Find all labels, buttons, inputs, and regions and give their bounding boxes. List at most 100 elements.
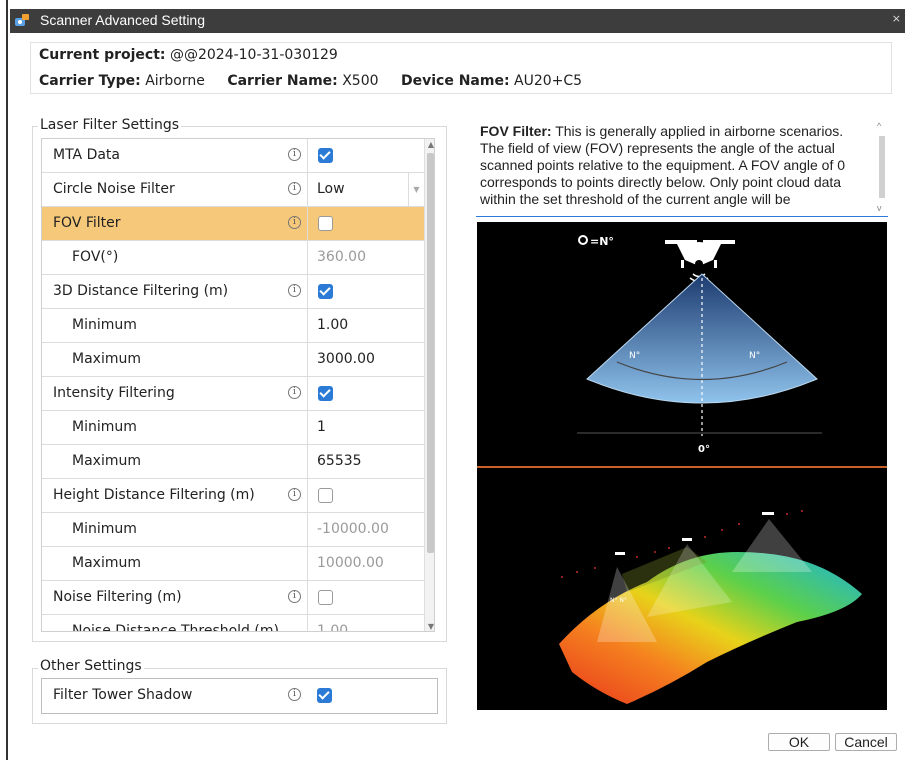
info-icon[interactable]: i	[288, 488, 301, 501]
value-input[interactable]: 1	[317, 419, 326, 435]
row-label: MTA Data	[53, 147, 120, 163]
info-icon[interactable]: i	[288, 386, 301, 399]
row-label: Noise Distance Threshold (m)	[72, 623, 279, 632]
row-checkbox[interactable]	[318, 590, 333, 605]
carrier-name-label: Carrier Name:	[227, 73, 338, 89]
row-checkbox[interactable]	[318, 148, 333, 163]
row-checkbox[interactable]	[318, 284, 333, 299]
description-scrollbar[interactable]: ^ v	[876, 118, 888, 216]
value-cell[interactable]: 65535	[307, 445, 424, 479]
close-icon[interactable]: ×	[892, 12, 901, 25]
description-title: FOV Filter:	[480, 123, 552, 139]
description-scroll-thumb[interactable]	[879, 136, 885, 198]
value-cell[interactable]	[307, 275, 424, 309]
value-cell[interactable]: 3000.00	[307, 343, 424, 377]
scroll-down-icon[interactable]: ▼	[425, 621, 434, 631]
info-icon[interactable]: i	[288, 216, 301, 229]
table-row[interactable]: Maximum 10000.00	[42, 547, 424, 581]
row-label: FOV(°)	[72, 249, 119, 265]
device-name-value: AU20+C5	[514, 73, 583, 89]
value-cell[interactable]	[307, 377, 424, 411]
table-row[interactable]: MTA Data i	[42, 139, 424, 173]
info-icon[interactable]: i	[288, 284, 301, 297]
laser-filter-table: MTA Data i Circle Noise Filter i Low ▼ FOV Fil…	[41, 138, 435, 632]
small-angle-labels: N° N°	[610, 597, 627, 604]
app-icon	[15, 14, 29, 26]
info-icon[interactable]: i	[288, 148, 301, 161]
row-label: Minimum	[72, 521, 137, 537]
table-row[interactable]: Minimum 1	[42, 411, 424, 445]
filter-tower-shadow-label: Filter Tower Shadow	[53, 687, 193, 703]
row-checkbox[interactable]	[318, 488, 333, 503]
right-angle-label: N°	[749, 351, 760, 361]
description-text-block: FOV Filter: This is generally applied in…	[480, 123, 870, 208]
scroll-up-icon[interactable]: ^	[877, 118, 881, 135]
value-cell[interactable]: -10000.00	[307, 513, 424, 547]
value-input[interactable]: 10000.00	[317, 555, 384, 571]
value-cell[interactable]: 1	[307, 411, 424, 445]
row-label: Height Distance Filtering (m)	[53, 487, 255, 503]
table-row[interactable]: FOV Filter i	[42, 207, 424, 241]
scroll-up-icon[interactable]: ▲	[425, 139, 434, 151]
chevron-down-icon[interactable]: ▼	[408, 173, 424, 207]
current-project-line: Current project: @@2024-10-31-030129	[39, 47, 338, 63]
info-icon[interactable]: i	[288, 182, 301, 195]
row-label: Circle Noise Filter	[53, 181, 175, 197]
other-settings-group-title: Other Settings	[38, 658, 144, 674]
info-icon[interactable]: i	[288, 590, 301, 603]
table-row[interactable]: Maximum 3000.00	[42, 343, 424, 377]
table-row[interactable]: Maximum 65535	[42, 445, 424, 479]
value-input[interactable]: 360.00	[317, 249, 366, 265]
left-angle-label: N°	[629, 351, 640, 361]
value-cell[interactable]: 1.00	[307, 615, 424, 631]
cancel-button[interactable]: Cancel	[835, 733, 897, 751]
value-cell[interactable]: 10000.00	[307, 547, 424, 581]
dropdown-value[interactable]: Low	[317, 181, 345, 197]
value-cell[interactable]: 360.00	[307, 241, 424, 275]
table-row[interactable]: Height Distance Filtering (m) i	[42, 479, 424, 513]
row-label: FOV Filter	[53, 215, 121, 231]
row-label: 3D Distance Filtering (m)	[53, 283, 229, 299]
value-input[interactable]: 3000.00	[317, 351, 375, 367]
value-cell[interactable]	[307, 479, 424, 513]
value-input[interactable]: 1.00	[317, 623, 348, 631]
description-panel: FOV Filter: This is generally applied in…	[476, 118, 888, 217]
table-scrollbar[interactable]: ▲ ▼	[424, 139, 434, 631]
value-input[interactable]: 65535	[317, 453, 362, 469]
table-row[interactable]: Noise Distance Threshold (m) 1.00	[42, 615, 424, 632]
table-row[interactable]: 3D Distance Filtering (m) i	[42, 275, 424, 309]
table-row[interactable]: Intensity Filtering i	[42, 377, 424, 411]
fov-illustration: =N° N° N° 0° N° N°	[477, 222, 887, 710]
scroll-down-icon[interactable]: v	[877, 200, 882, 216]
zero-angle-label: 0°	[698, 444, 710, 455]
row-label: Noise Filtering (m)	[53, 589, 182, 605]
row-checkbox[interactable]	[318, 216, 333, 231]
ok-button[interactable]: OK	[768, 733, 830, 751]
value-cell[interactable]	[307, 581, 424, 615]
value-cell[interactable]	[307, 207, 424, 241]
table-row[interactable]: Circle Noise Filter i Low ▼	[42, 173, 424, 207]
info-icon[interactable]: i	[288, 688, 301, 701]
row-checkbox[interactable]	[318, 386, 333, 401]
carrier-type-value: Airborne	[145, 73, 205, 89]
legend-gear-icon	[578, 235, 588, 245]
value-cell[interactable]: Low ▼	[307, 173, 424, 207]
table-row[interactable]: FOV(°) 360.00	[42, 241, 424, 275]
table-row[interactable]: Minimum 1.00	[42, 309, 424, 343]
row-label: Minimum	[72, 419, 137, 435]
title-bar[interactable]: Scanner Advanced Setting ×	[10, 9, 905, 33]
value-input[interactable]: -10000.00	[317, 521, 389, 537]
value-cell[interactable]: 1.00	[307, 309, 424, 343]
scanner-advanced-setting-dialog: Scanner Advanced Setting × Current proje…	[0, 0, 905, 760]
value-cell[interactable]	[307, 139, 424, 173]
value-input[interactable]: 1.00	[317, 317, 348, 333]
row-label: Maximum	[72, 351, 141, 367]
table-row[interactable]: Minimum -10000.00	[42, 513, 424, 547]
row-label: Maximum	[72, 453, 141, 469]
window-title: Scanner Advanced Setting	[40, 12, 206, 28]
filter-tower-shadow-checkbox[interactable]	[317, 688, 332, 703]
point-cloud-terrain	[559, 519, 862, 704]
table-row[interactable]: Noise Filtering (m) i	[42, 581, 424, 615]
scrollbar-thumb[interactable]	[427, 153, 434, 553]
carrier-type-label: Carrier Type:	[39, 73, 141, 89]
